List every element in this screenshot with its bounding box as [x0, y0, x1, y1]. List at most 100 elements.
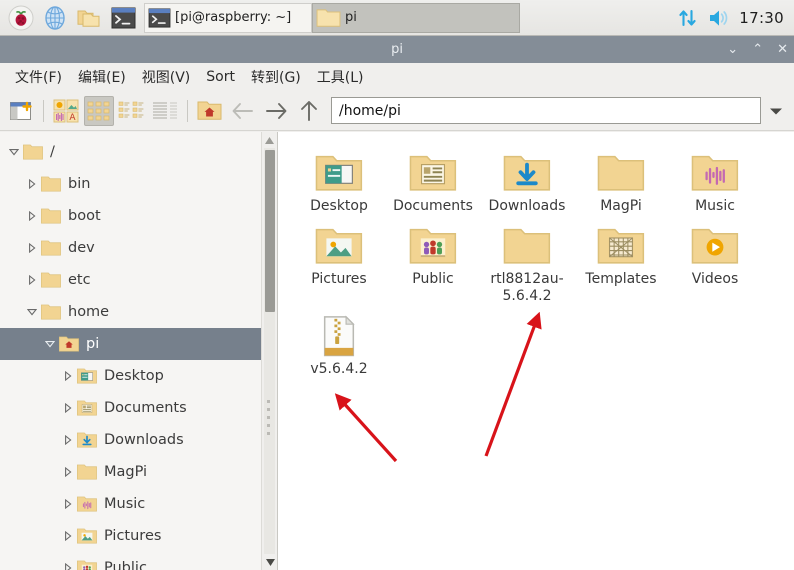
web-browser-icon[interactable] — [38, 0, 72, 36]
tree-item-Pictures[interactable]: Pictures — [0, 520, 277, 552]
scroll-up-icon[interactable] — [262, 132, 277, 148]
tree-item-label: Public — [104, 560, 147, 570]
close-button[interactable]: ✕ — [777, 43, 788, 56]
chevron-right-icon[interactable] — [60, 531, 76, 541]
menu-sort[interactable]: Sort — [199, 66, 242, 88]
taskbar-window-terminal[interactable]: [pi@raspberry: ~] — [144, 2, 312, 33]
home-folder-icon — [58, 335, 80, 353]
menu-go[interactable]: 转到(G) — [244, 64, 308, 90]
tree-item-Desktop[interactable]: Desktop — [0, 360, 277, 392]
tree-item-Downloads[interactable]: Downloads — [0, 424, 277, 456]
raspberry-menu-icon[interactable] — [4, 0, 38, 36]
tree-item-MagPi[interactable]: MagPi — [0, 456, 277, 488]
directory-tree: / bin boot dev etc home pi Desktop Documents Down… — [0, 132, 277, 570]
arrow-left-icon — [232, 102, 253, 119]
chevron-right-icon[interactable] — [60, 467, 76, 477]
icon-view-button[interactable] — [84, 95, 114, 126]
file-item-label: Pictures — [311, 271, 367, 287]
file-item[interactable]: MagPi — [574, 142, 668, 215]
up-button[interactable] — [294, 96, 324, 126]
sidebar-scrollbar[interactable] — [261, 132, 277, 570]
file-item[interactable]: Pictures — [292, 215, 386, 305]
file-item[interactable]: Music — [668, 142, 762, 215]
file-item[interactable]: Desktop — [292, 142, 386, 215]
tree-item-etc[interactable]: etc — [0, 264, 277, 296]
file-item[interactable]: Public — [386, 215, 480, 305]
network-up-down-icon[interactable] — [677, 7, 699, 29]
chevron-right-icon[interactable] — [24, 275, 40, 285]
music-folder-icon — [76, 495, 98, 513]
minimize-button[interactable]: ⌄ — [727, 43, 738, 56]
tree-item-dev[interactable]: dev — [0, 232, 277, 264]
new-tab-button[interactable] — [6, 96, 36, 126]
file-manager-icon[interactable] — [72, 0, 106, 36]
scroll-down-icon[interactable] — [262, 554, 277, 570]
chevron-right-icon[interactable] — [60, 403, 76, 413]
window-controls: ⌄ ⌃ ✕ — [727, 36, 788, 63]
tree-item-label: boot — [68, 208, 101, 224]
forward-button[interactable] — [261, 96, 291, 126]
compact-view-button[interactable] — [117, 96, 147, 126]
tree-item-Public[interactable]: Public — [0, 552, 277, 570]
tree-item-label: bin — [68, 176, 91, 192]
svg-text:A: A — [69, 113, 76, 123]
chevron-down-icon[interactable] — [24, 308, 40, 316]
chevron-right-icon[interactable] — [60, 563, 76, 570]
file-item-label: v5.6.4.2 — [310, 361, 368, 377]
volume-speaker-icon[interactable] — [707, 7, 731, 29]
home-button[interactable] — [195, 96, 225, 126]
taskbar-clock[interactable]: 17:30 — [739, 9, 784, 27]
desktop-folder-icon — [313, 150, 365, 194]
tree-item-label: MagPi — [104, 464, 148, 480]
file-item-label: rtl8812au-5.6.4.2 — [490, 271, 564, 304]
menu-edit[interactable]: 编辑(E) — [71, 64, 133, 90]
chevron-right-icon[interactable] — [60, 499, 76, 509]
tree-item-[interactable]: / — [0, 136, 277, 168]
file-item[interactable]: rtl8812au-5.6.4.2 — [480, 215, 574, 305]
tree-item-bin[interactable]: bin — [0, 168, 277, 200]
scrollbar-grip — [267, 400, 271, 435]
menu-file[interactable]: 文件(F) — [8, 64, 69, 90]
chevron-right-icon[interactable] — [24, 243, 40, 253]
chevron-right-icon[interactable] — [60, 371, 76, 381]
chevron-down-icon[interactable] — [6, 148, 22, 156]
maximize-button[interactable]: ⌃ — [752, 43, 763, 56]
filter-media-button[interactable]: A — [51, 96, 81, 126]
menu-view[interactable]: 视图(V) — [135, 64, 198, 90]
file-item[interactable]: Downloads — [480, 142, 574, 215]
toolbar-separator — [43, 99, 44, 122]
file-item[interactable]: Templates — [574, 215, 668, 305]
folder-folder-icon — [40, 207, 62, 225]
tree-item-home[interactable]: home — [0, 296, 277, 328]
folder-folder-icon — [595, 150, 647, 194]
tree-item-boot[interactable]: boot — [0, 200, 277, 232]
taskbar-window-pi[interactable]: pi — [312, 2, 520, 33]
chevron-right-icon[interactable] — [24, 211, 40, 221]
file-item[interactable]: v5.6.4.2 — [292, 305, 386, 378]
file-item[interactable]: Videos — [668, 215, 762, 305]
downloads-folder-icon — [501, 150, 553, 194]
path-dropdown-button[interactable] — [764, 97, 788, 124]
system-tray: 17:30 — [677, 0, 794, 36]
tree-item-Documents[interactable]: Documents — [0, 392, 277, 424]
tree-item-Music[interactable]: Music — [0, 488, 277, 520]
file-icon-grid: Desktop Documents Downloads MagPi Music Pictu… — [278, 132, 794, 378]
tree-item-pi[interactable]: pi — [0, 328, 277, 360]
detail-view-button[interactable] — [150, 96, 180, 126]
file-list-pane[interactable]: Desktop Documents Downloads MagPi Music Pictu… — [278, 132, 794, 570]
file-item[interactable]: Documents — [386, 142, 480, 215]
folder-folder-icon — [501, 223, 553, 267]
documents-folder-icon — [76, 399, 98, 417]
scrollbar-thumb[interactable] — [265, 150, 275, 312]
templates-folder-icon — [595, 223, 647, 267]
menu-tools[interactable]: 工具(L) — [310, 64, 371, 90]
file-item-label: Downloads — [488, 198, 566, 214]
toolbar-separator — [187, 99, 188, 122]
folder-folder-icon — [40, 175, 62, 193]
chevron-right-icon[interactable] — [60, 435, 76, 445]
chevron-down-icon[interactable] — [42, 340, 58, 348]
chevron-right-icon[interactable] — [24, 179, 40, 189]
back-button[interactable] — [228, 96, 258, 126]
path-bar[interactable]: /home/pi — [331, 97, 761, 124]
terminal-icon[interactable] — [106, 0, 140, 36]
